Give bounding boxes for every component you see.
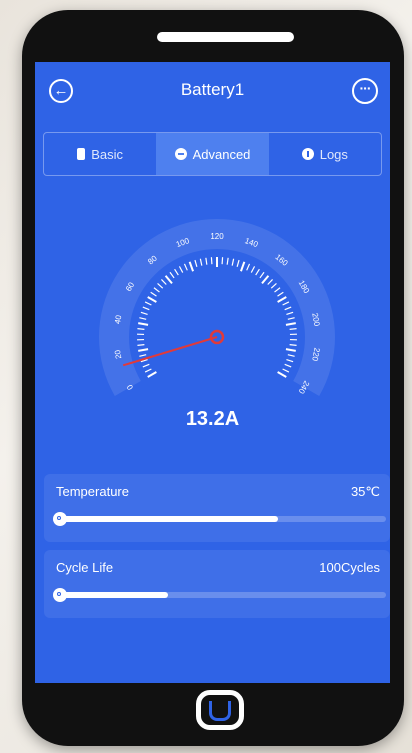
temperature-slider-handle[interactable]	[53, 512, 67, 526]
gauge-tick	[147, 371, 157, 378]
gauge-tick	[157, 283, 164, 289]
app-header: ← Battery1 ···	[35, 62, 390, 120]
gauge-tick	[285, 322, 296, 326]
gauge-tick	[286, 358, 294, 363]
speaker-slot	[157, 32, 294, 42]
tab-advanced-label: Advanced	[192, 146, 251, 162]
gauge-tick	[183, 263, 188, 271]
gauge-tick	[282, 368, 290, 373]
gauge-tick	[194, 259, 198, 267]
gauge-tick	[138, 322, 149, 326]
gauge-tick	[274, 287, 281, 293]
temperature-label: Temperature	[56, 484, 129, 499]
gauge-tick	[289, 344, 297, 346]
gauge-tick	[160, 279, 167, 285]
gauge-tick	[169, 271, 175, 279]
tab-logs[interactable]: Logs	[269, 133, 381, 175]
temperature-fill	[60, 516, 279, 522]
cycle-life-track	[53, 588, 386, 602]
gauge-tick	[144, 368, 152, 373]
gauge-tick	[164, 275, 173, 285]
gauge-tick	[277, 296, 287, 303]
gauge-tick	[153, 287, 160, 293]
cycle-life-value: 100Cycles	[319, 560, 380, 575]
cycle-life-slider-handle[interactable]	[53, 588, 67, 602]
app-screen: ← Battery1 ··· Basic Advanced Logs 0 20 40…	[35, 62, 390, 683]
gauge-tick	[147, 296, 157, 303]
gauge-tick	[261, 275, 270, 285]
gauge-tick	[150, 291, 157, 297]
gauge-value: 13.2A	[185, 408, 240, 430]
cycle-life-label: Cycle Life	[56, 560, 114, 575]
gauge-tick	[284, 363, 292, 368]
gauge-tick	[277, 371, 287, 378]
gauge-tick	[139, 317, 147, 320]
tab-basic-label: Basic	[91, 146, 124, 162]
page-title: Battery1	[180, 80, 245, 99]
gauge-tick	[139, 354, 147, 357]
gauge-tick	[277, 291, 284, 297]
gauge-tick	[205, 257, 208, 265]
gauge-tick	[270, 283, 277, 289]
gauge-tick	[250, 266, 256, 273]
gauge-tick	[142, 363, 150, 368]
gauge-tick	[246, 263, 251, 271]
temperature-value: 35℃	[350, 484, 380, 499]
gauge-tick	[240, 261, 246, 272]
gauge-tick	[286, 311, 294, 316]
tab-basic[interactable]: Basic	[44, 133, 156, 175]
gauge-tick	[282, 301, 290, 306]
gauge-tick	[174, 268, 179, 276]
gauge-tick	[142, 306, 150, 311]
gauge-tick	[199, 258, 203, 266]
gauge-tick	[144, 301, 152, 306]
gauge-tick	[140, 311, 148, 316]
temperature-track	[53, 512, 386, 526]
tab-logs-label: Logs	[319, 146, 348, 162]
gauge-tick	[137, 344, 145, 346]
gauge-tick	[255, 268, 260, 276]
gauge-tick	[287, 354, 295, 357]
tab-advanced[interactable]: Advanced	[156, 133, 269, 175]
gauge-tick	[178, 266, 184, 273]
info-circle-icon	[301, 148, 314, 160]
gauge-tick	[137, 328, 145, 330]
current-gauge: 020406080100 120 140160180200220240	[99, 219, 335, 396]
gauge-tick	[287, 317, 295, 320]
gauge-tick	[231, 258, 235, 266]
cycle-life-card: Cycle Life 100Cycles	[44, 550, 390, 618]
cycle-life-fill	[60, 592, 168, 598]
minus-circle-icon	[174, 148, 187, 160]
gauge-tick	[236, 259, 240, 267]
gauge-tick	[267, 279, 274, 285]
gauge-tick	[284, 306, 292, 311]
temperature-card: Temperature 35℃	[44, 474, 390, 542]
gauge-arc-band	[99, 219, 335, 396]
tab-bar: Basic Advanced Logs	[43, 132, 382, 176]
gauge-tick	[188, 261, 194, 272]
gauge-needle	[122, 336, 218, 367]
home-button[interactable]	[196, 690, 244, 730]
more-options-icon[interactable]: ···	[352, 78, 378, 104]
gauge-tick	[285, 348, 296, 352]
gauge-tick	[138, 348, 149, 352]
phone-frame: ← Battery1 ··· Basic Advanced Logs 0 20 40…	[22, 10, 404, 746]
gauge-tick-label: 120	[210, 232, 224, 241]
gauge-tick	[289, 328, 297, 330]
gauge-tick	[259, 271, 265, 279]
battery-icon	[77, 148, 86, 160]
gauge-tick	[226, 257, 229, 265]
